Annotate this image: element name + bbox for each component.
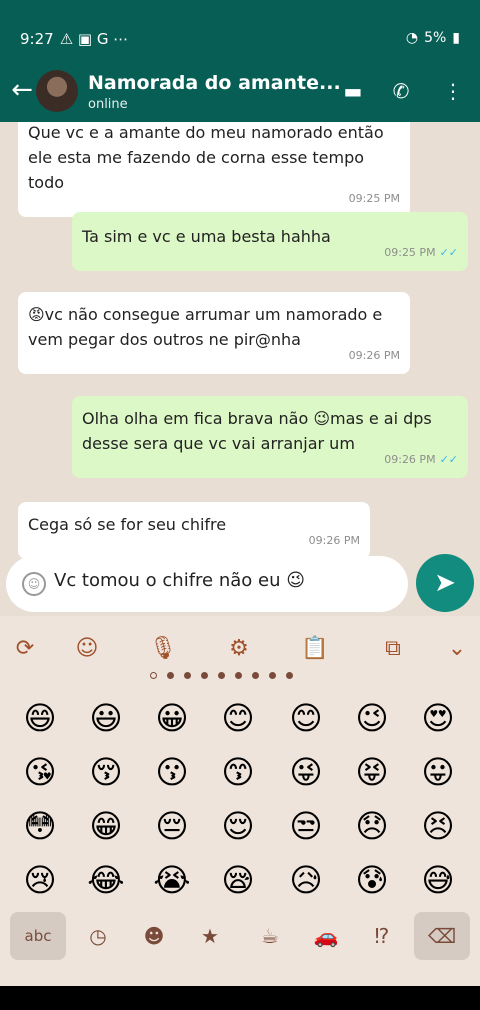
emoji-key[interactable]: 😔 xyxy=(152,806,192,846)
emoji-key[interactable]: 😘 xyxy=(20,752,60,792)
emoji-key[interactable]: 😰 xyxy=(352,860,392,900)
recent-icon[interactable]: ◷ xyxy=(82,920,114,952)
emoji-key[interactable]: 😅 xyxy=(418,860,458,900)
backspace-icon[interactable]: ⌫ xyxy=(414,912,470,960)
emoji-key[interactable]: 😞 xyxy=(352,806,392,846)
coffee-icon[interactable]: ☕ xyxy=(254,920,286,952)
emoji-keyboard: ⟳ ☺ 🎙 ⚙ 📋 ⧉ ⌄ 😄 😃 😀 😊 😊 😉 😍 😘 😚 😗 😙 😜 😝 😛 😳 😁 😔 😌 😒 😞 😣 😢 😂 😭 😪 😥… xyxy=(0,616,480,986)
emoji-key[interactable]: 😭 xyxy=(152,860,192,900)
status-time: 9:27 xyxy=(20,30,54,48)
smiley-category-icon[interactable]: ☻ xyxy=(138,920,170,952)
emoji-key[interactable]: 😉 xyxy=(352,698,392,738)
star-icon[interactable]: ★ xyxy=(194,920,226,952)
message-text: Olha olha em fica brava não 😉mas e ai dp… xyxy=(82,409,432,453)
emoji-key[interactable]: 😀 xyxy=(152,698,192,738)
emoji-key[interactable]: 😢 xyxy=(20,860,60,900)
chat-area: Que vc e a amante do meu namorado então … xyxy=(0,122,480,616)
read-ticks-icon: ✓✓ xyxy=(439,246,458,259)
emoji-key[interactable]: 😄 xyxy=(20,698,60,738)
read-ticks-icon: ✓✓ xyxy=(439,453,458,466)
emoji-key[interactable]: 😙 xyxy=(218,752,258,792)
emoji-key[interactable]: 😊 xyxy=(286,698,326,738)
emoji-key[interactable]: 😗 xyxy=(152,752,192,792)
emoji-icon[interactable]: ☺ xyxy=(22,572,46,596)
emoji-key[interactable]: 😁 xyxy=(86,806,126,846)
message-text: Ta sim e vc e uma besta hahha xyxy=(82,227,331,246)
emoji-key[interactable]: 😊 xyxy=(218,698,258,738)
message-bubble[interactable]: Olha olha em fica brava não 😉mas e ai dp… xyxy=(72,396,468,478)
page-dots xyxy=(150,672,293,679)
message-time: 09:25 PM ✓✓ xyxy=(384,246,458,259)
screenshot-icon[interactable]: ⧉ xyxy=(376,632,410,666)
notification-icon: ⚠ ▣ G ⋯ xyxy=(59,30,129,48)
message-text: 😡vc não consegue arrumar um namorado e v… xyxy=(28,305,383,349)
battery-level: 5% xyxy=(424,30,447,46)
message-bubble[interactable]: Que vc e a amante do meu namorado então … xyxy=(18,122,410,217)
menu-icon[interactable]: ⋮ xyxy=(440,78,466,104)
keyboard-bottom-bar: abc ◷ ☻ ★ ☕ 🚗 ⁉ ⌫ xyxy=(0,912,480,986)
message-bubble[interactable]: Ta sim e vc e uma besta hahha 09:25 PM ✓✓ xyxy=(72,212,468,271)
message-time: 09:26 PM xyxy=(348,349,400,362)
message-time: 09:25 PM xyxy=(348,192,400,205)
video-call-icon[interactable]: ▬ xyxy=(340,78,366,104)
contact-status: online xyxy=(88,97,128,112)
wifi-icon: ◔ xyxy=(405,30,419,46)
phone-call-icon[interactable]: ✆ xyxy=(388,78,414,104)
gear-icon[interactable]: ⚙ xyxy=(222,632,256,666)
abc-button[interactable]: abc xyxy=(10,912,66,960)
mic-icon[interactable]: 🎙 xyxy=(146,632,180,666)
emoji-key[interactable]: 😣 xyxy=(418,806,458,846)
emoji-key[interactable]: 😝 xyxy=(352,752,392,792)
emoji-key[interactable]: 😳 xyxy=(20,806,60,846)
avatar[interactable] xyxy=(36,70,78,112)
back-arrow-icon[interactable]: ← xyxy=(8,76,36,104)
send-button[interactable]: ➤ xyxy=(416,554,474,612)
emoji-key[interactable]: 😂 xyxy=(86,860,126,900)
clipboard-icon[interactable]: 📋 xyxy=(298,632,332,666)
contact-name[interactable]: Namorada do amante... xyxy=(88,72,341,94)
emoji-key[interactable]: 😒 xyxy=(286,806,326,846)
emoji-key[interactable]: 😚 xyxy=(86,752,126,792)
emoji-key[interactable]: 😍 xyxy=(418,698,458,738)
message-time: 09:26 PM ✓✓ xyxy=(384,453,458,466)
smiley-icon[interactable]: ☺ xyxy=(70,632,104,666)
emoji-key[interactable]: 😥 xyxy=(286,860,326,900)
car-icon[interactable]: 🚗 xyxy=(310,920,342,952)
emoji-key[interactable]: 😌 xyxy=(218,806,258,846)
emoji-key[interactable]: 😪 xyxy=(218,860,258,900)
message-bubble[interactable]: Cega só se for seu chifre 09:26 PM xyxy=(18,502,370,559)
message-bubble[interactable]: 😡vc não consegue arrumar um namorado e v… xyxy=(18,292,410,374)
battery-icon: ▮ xyxy=(452,30,460,46)
symbols-icon[interactable]: ⁉ xyxy=(366,920,398,952)
emoji-key[interactable]: 😃 xyxy=(86,698,126,738)
message-text: Cega só se for seu chifre xyxy=(28,515,227,534)
navigation-bar xyxy=(0,986,480,1010)
emoji-key[interactable]: 😜 xyxy=(286,752,326,792)
status-bar: 9:27 ⚠ ▣ G ⋯ ◔ 5% ▮ xyxy=(0,0,480,60)
chevron-down-icon[interactable]: ⌄ xyxy=(440,632,474,666)
chat-header: ← Namorada do amante... online ▬ ✆ ⋮ xyxy=(0,60,480,122)
message-input-bar[interactable]: ☺ Vc tomou o chifre não eu 😉 xyxy=(6,556,408,612)
emoji-key[interactable]: 😛 xyxy=(418,752,458,792)
message-input[interactable]: Vc tomou o chifre não eu 😉 xyxy=(54,570,305,591)
message-time: 09:26 PM xyxy=(308,534,360,547)
message-text: Que vc e a amante do meu namorado então … xyxy=(28,123,384,192)
translate-icon[interactable]: ⟳ xyxy=(8,632,42,666)
